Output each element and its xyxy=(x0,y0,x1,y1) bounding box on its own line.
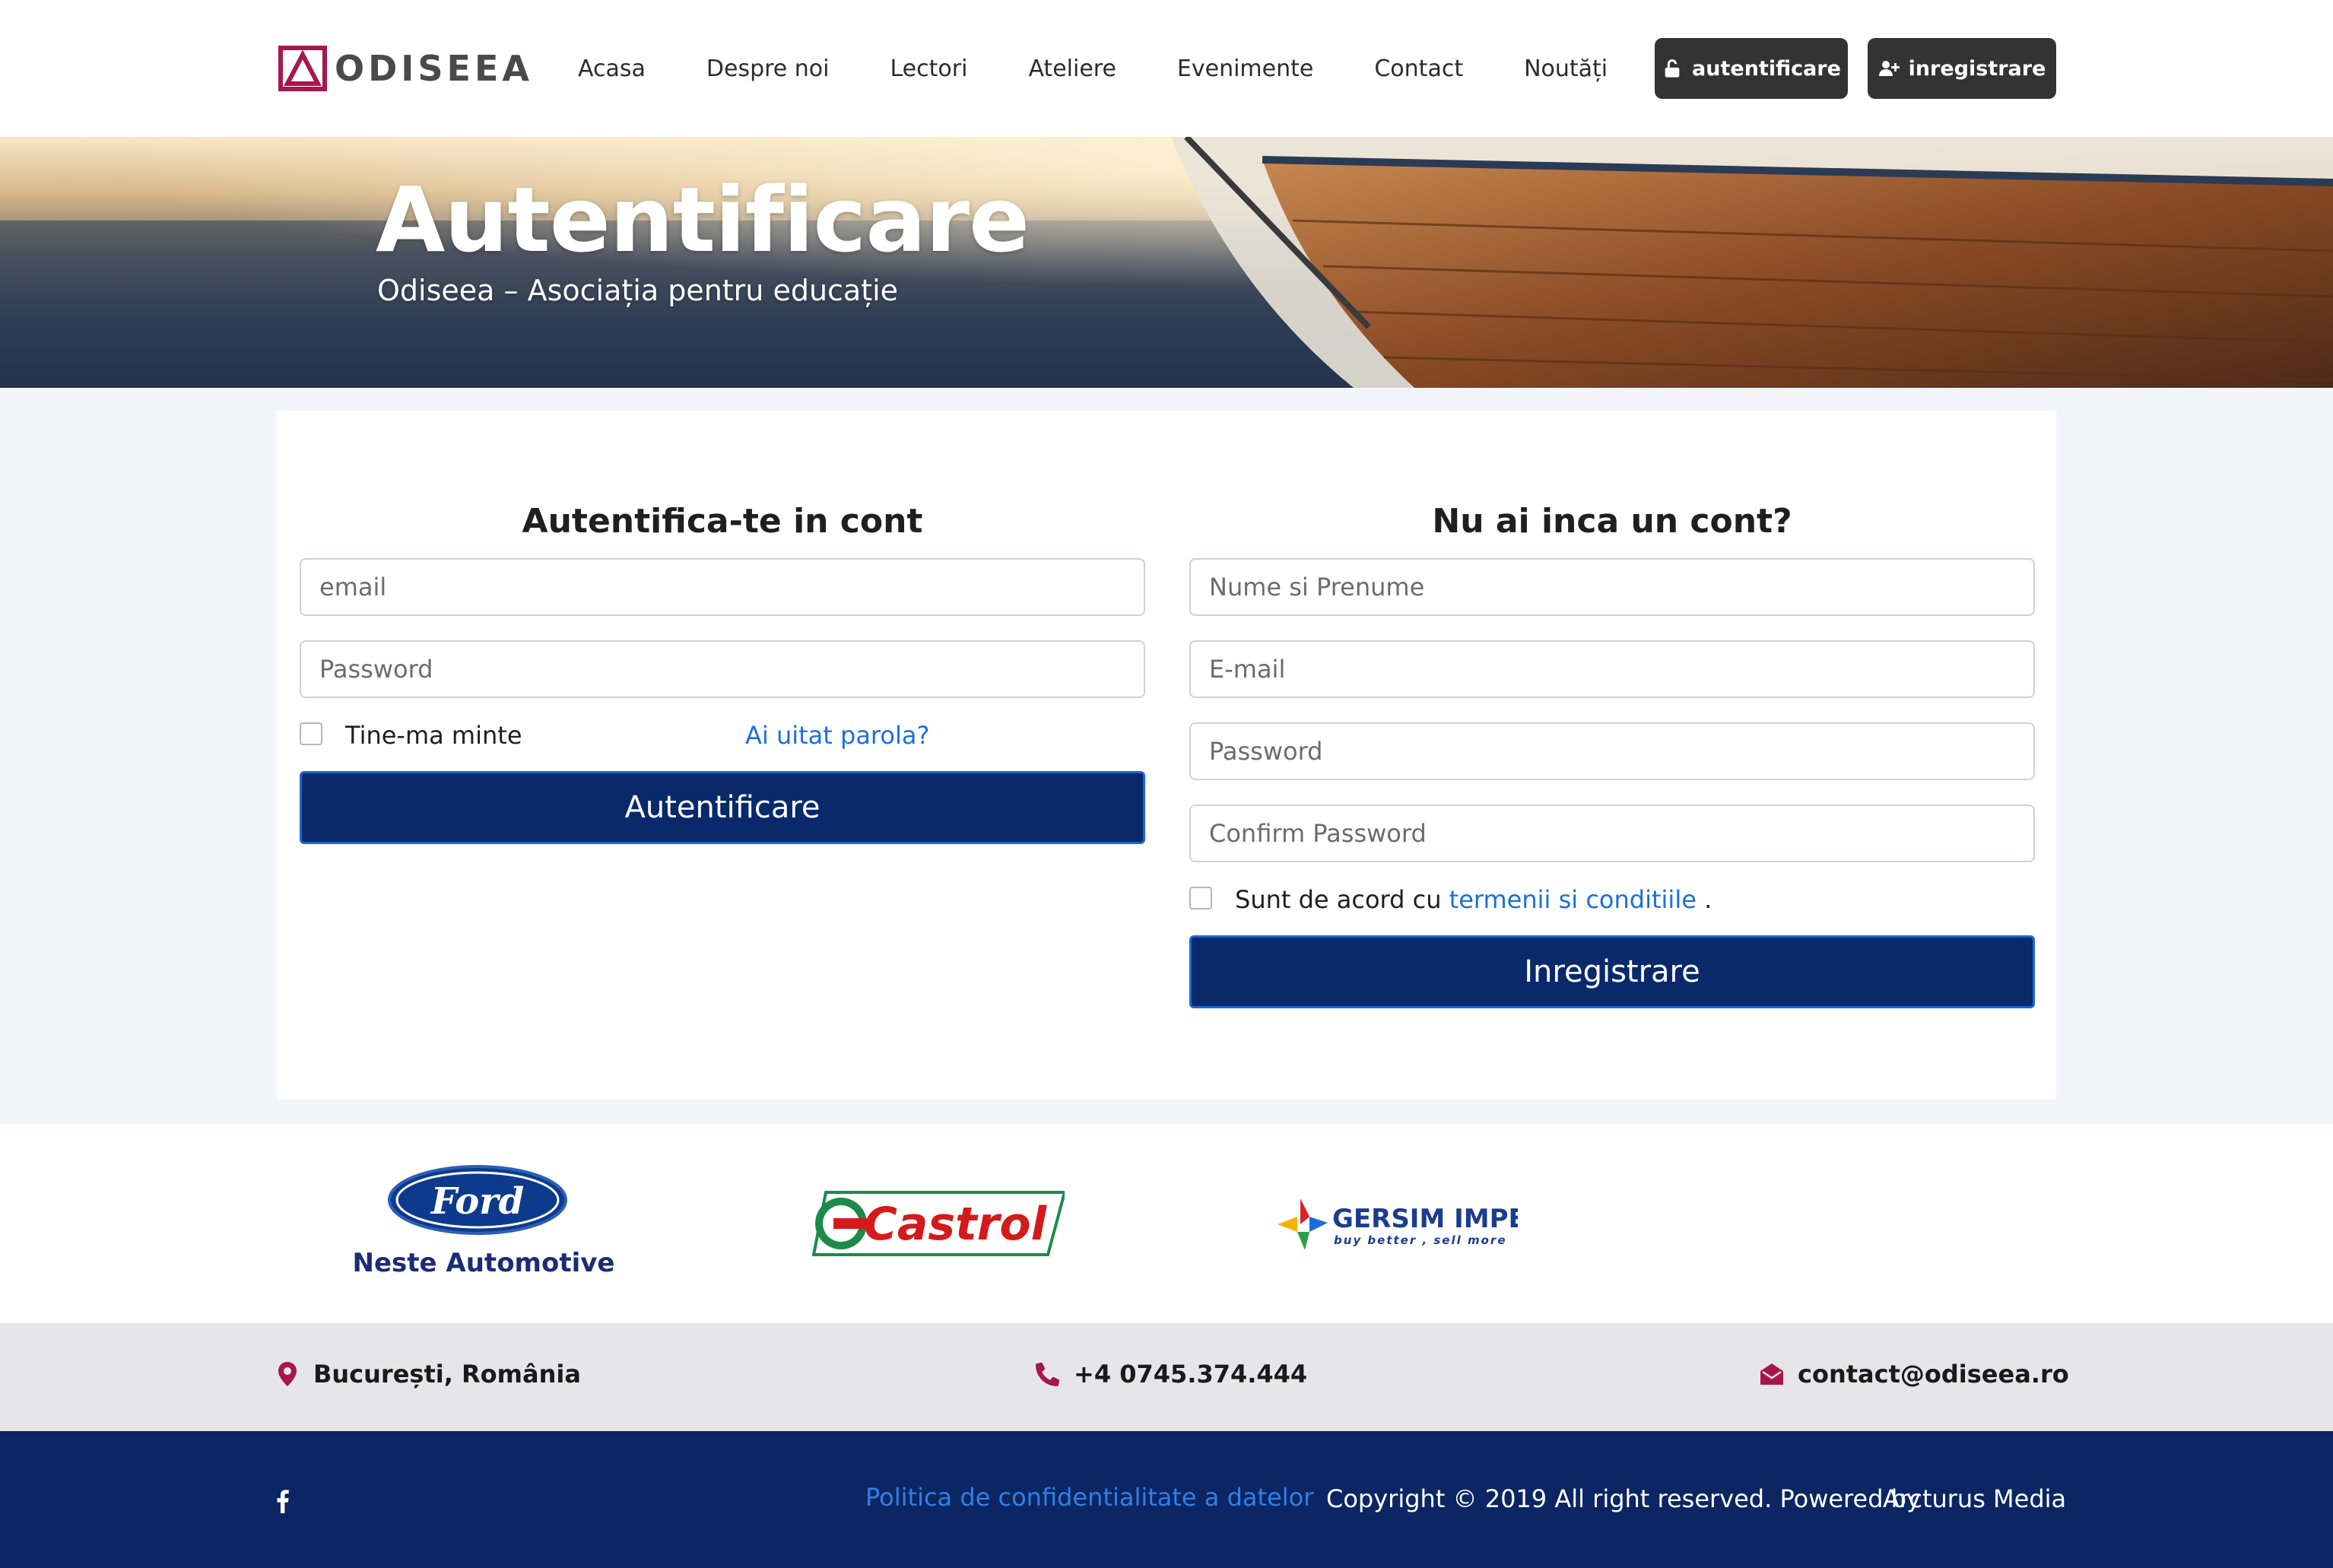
gersim-impex-logo: GERSIM IMPEX buy better , sell more xyxy=(1278,1198,1518,1250)
login-password-input[interactable] xyxy=(300,640,1145,698)
map-pin-icon xyxy=(278,1362,297,1386)
contact-email[interactable]: contact@odiseea.ro xyxy=(1760,1360,2069,1389)
remember-me-checkbox[interactable] xyxy=(300,722,322,745)
privacy-policy-link[interactable]: Politica de confidentialitate a datelor xyxy=(865,1483,1313,1512)
contact-phone[interactable]: +4 0745.374.444 xyxy=(1036,1360,1307,1389)
register-email-input[interactable] xyxy=(1189,640,2035,698)
contact-phone-text: +4 0745.374.444 xyxy=(1074,1360,1308,1389)
gersim-name: GERSIM IMPEX xyxy=(1332,1204,1518,1234)
nav-item-noutati[interactable]: Noutăți xyxy=(1524,56,1608,82)
powered-by-link[interactable]: Arcturus Media xyxy=(1883,1484,2066,1513)
header-login-button[interactable]: autentificare xyxy=(1655,38,1848,99)
nav-item-evenimente[interactable]: Evenimente xyxy=(1177,56,1313,82)
register-name-input[interactable] xyxy=(1189,558,2035,616)
auth-card: Autentifica-te in cont Tine-ma minte Ai … xyxy=(277,411,2056,1100)
terms-suffix: . xyxy=(1704,885,1712,914)
register-confirm-password-input[interactable] xyxy=(1189,805,2035,862)
nav-item-ateliere[interactable]: Ateliere xyxy=(1028,56,1116,82)
hero-boat-image xyxy=(0,137,2333,388)
nav-item-lectori[interactable]: Lectori xyxy=(890,56,968,82)
remember-me-label: Tine-ma minte xyxy=(345,721,522,750)
ford-oval-text: Ford xyxy=(430,1180,524,1223)
site-logo[interactable]: ODISEEA xyxy=(278,44,533,93)
hero-banner: Autentificare Odiseea – Asociația pentru… xyxy=(0,137,2333,388)
register-title: Nu ai inca un cont? xyxy=(1432,502,1792,541)
phone-icon xyxy=(1036,1362,1060,1386)
copyright-text: Copyright © 2019 All right reserved. Pow… xyxy=(1326,1484,1921,1513)
terms-checkbox[interactable] xyxy=(1189,887,1212,909)
user-plus-icon xyxy=(1878,61,1900,76)
castrol-text: Castrol xyxy=(864,1198,1048,1251)
contact-location: București, România xyxy=(275,1360,581,1389)
login-title: Autentifica-te in cont xyxy=(522,502,923,541)
facebook-icon[interactable] xyxy=(275,1489,290,1513)
contact-location-text: București, România xyxy=(313,1360,581,1389)
terms-prefix: Sunt de acord cu xyxy=(1235,885,1442,914)
register-submit-button[interactable]: Inregistrare xyxy=(1189,935,2035,1008)
contact-bar: București, România +4 0745.374.444 conta… xyxy=(0,1323,2333,1431)
header-login-label: autentificare xyxy=(1692,56,1841,81)
main-nav: Acasa Despre noi Lectori Ateliere Evenim… xyxy=(578,44,1608,93)
site-footer: Politica de confidentialitate a datelor … xyxy=(0,1431,2333,1568)
forgot-password-link[interactable]: Ai uitat parola? xyxy=(745,721,929,750)
contact-email-text: contact@odiseea.ro xyxy=(1798,1360,2069,1389)
ford-caption: Neste Automotive xyxy=(353,1248,615,1278)
register-password-input[interactable] xyxy=(1189,722,2035,780)
logo-mark-icon xyxy=(278,46,327,91)
terms-label: Sunt de acord cu termenii si conditiile … xyxy=(1235,885,1712,914)
page-subtitle: Odiseea – Asociația pentru educație xyxy=(377,274,899,307)
nav-item-contact[interactable]: Contact xyxy=(1374,56,1463,82)
unlock-icon xyxy=(1665,59,1680,78)
login-email-input[interactable] xyxy=(300,558,1145,616)
site-header: ODISEEA Acasa Despre noi Lectori Atelier… xyxy=(0,0,2333,137)
nav-item-despre-noi[interactable]: Despre noi xyxy=(706,56,830,82)
page-title: Autentificare xyxy=(376,167,1030,272)
header-register-button[interactable]: inregistrare xyxy=(1868,38,2056,99)
terms-link[interactable]: termenii si conditiile xyxy=(1449,885,1697,914)
header-register-label: inregistrare xyxy=(1908,56,2046,81)
logo-text: ODISEEA xyxy=(335,48,533,89)
sponsors-strip: Ford Neste Automotive Castrol GERSIM IMP… xyxy=(0,1124,2333,1323)
login-submit-button[interactable]: Autentificare xyxy=(300,771,1145,844)
castrol-logo: Castrol xyxy=(811,1191,1065,1256)
nav-item-acasa[interactable]: Acasa xyxy=(578,56,646,82)
gersim-tagline: buy better , sell more xyxy=(1334,1233,1507,1247)
ford-neste-logo: Ford Neste Automotive xyxy=(353,1165,615,1278)
envelope-open-icon xyxy=(1760,1363,1783,1385)
